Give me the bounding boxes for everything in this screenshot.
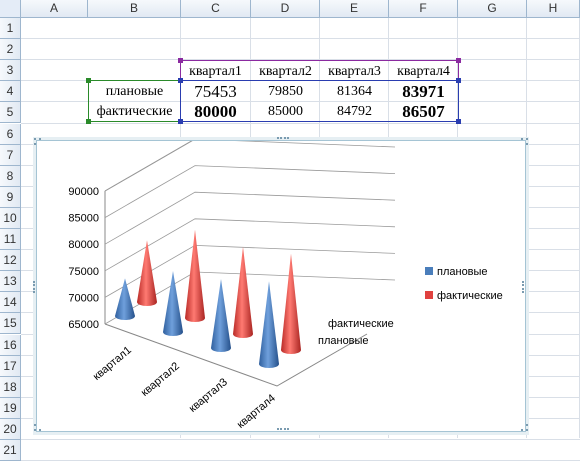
y-tick-label: 80000 bbox=[68, 239, 99, 251]
row-header-6[interactable]: 6 bbox=[0, 123, 21, 145]
row-header-11[interactable]: 11 bbox=[0, 229, 21, 251]
resize-handle[interactable] bbox=[33, 281, 36, 293]
grid-line bbox=[21, 122, 580, 124]
grid-line bbox=[21, 38, 580, 40]
row-header-3[interactable]: 3 bbox=[0, 60, 21, 82]
chart-gridline bbox=[104, 191, 396, 245]
row-header-19[interactable]: 19 bbox=[0, 397, 21, 419]
row-header-20[interactable]: 20 bbox=[0, 418, 21, 440]
column-header-b[interactable]: B bbox=[88, 0, 181, 18]
row-header-12[interactable]: 12 bbox=[0, 250, 21, 272]
range-handle[interactable] bbox=[178, 58, 183, 63]
range-handle[interactable] bbox=[456, 119, 461, 124]
column-header-g[interactable]: G bbox=[458, 0, 527, 18]
range-handle[interactable] bbox=[456, 58, 461, 63]
resize-handle[interactable] bbox=[521, 424, 528, 431]
row-header-18[interactable]: 18 bbox=[0, 376, 21, 398]
legend-label: фактические bbox=[437, 290, 503, 302]
category-range-border bbox=[180, 60, 459, 81]
range-handle[interactable] bbox=[178, 119, 183, 124]
row-header-14[interactable]: 14 bbox=[0, 292, 21, 314]
legend-swatch bbox=[425, 291, 433, 299]
y-tick-label: 70000 bbox=[68, 292, 99, 304]
row-header-4[interactable]: 4 bbox=[0, 81, 21, 103]
resize-handle[interactable] bbox=[277, 428, 289, 431]
row-header-15[interactable]: 15 bbox=[0, 313, 21, 335]
row-header-1[interactable]: 1 bbox=[0, 18, 21, 40]
chart-gridline bbox=[104, 141, 396, 192]
range-handle[interactable] bbox=[456, 78, 461, 83]
x-tick-label: квартал2 bbox=[139, 360, 182, 399]
cone-actual-3 bbox=[233, 246, 253, 338]
column-header-e[interactable]: E bbox=[320, 0, 389, 18]
chart-object[interactable]: 90000 85000 80000 75000 70000 65000 квартал1 кв… bbox=[33, 137, 528, 432]
select-all-corner[interactable] bbox=[0, 0, 21, 18]
row-header-13[interactable]: 13 bbox=[0, 271, 21, 293]
range-handle[interactable] bbox=[86, 78, 91, 83]
row-header-7[interactable]: 7 bbox=[0, 144, 21, 166]
series-name-range-border bbox=[88, 80, 181, 122]
resize-handle[interactable] bbox=[34, 138, 41, 145]
range-handle[interactable] bbox=[178, 78, 183, 83]
x-tick-label: квартал4 bbox=[235, 392, 278, 431]
row-header-9[interactable]: 9 bbox=[0, 186, 21, 208]
y-tick-label: 85000 bbox=[68, 213, 99, 225]
y-tick-label: 75000 bbox=[68, 266, 99, 278]
row-header-10[interactable]: 10 bbox=[0, 207, 21, 229]
column-header-a[interactable]: A bbox=[21, 0, 88, 18]
y-tick-label: 90000 bbox=[68, 186, 99, 198]
legend-label: плановые bbox=[437, 266, 488, 278]
x-tick-label: квартал3 bbox=[187, 376, 230, 415]
cone-chart[interactable]: 900008500080000750007000065000квартал1 кв… bbox=[37, 141, 525, 431]
legend-swatch bbox=[425, 267, 433, 275]
column-header-d[interactable]: D bbox=[251, 0, 320, 18]
y-tick-label: 65000 bbox=[68, 319, 99, 331]
row-header-21[interactable]: 21 bbox=[0, 440, 21, 461]
range-handle[interactable] bbox=[86, 119, 91, 124]
cone-planned-3 bbox=[211, 278, 231, 352]
row-header-5[interactable]: 5 bbox=[0, 102, 21, 124]
cone-planned-1 bbox=[115, 278, 135, 320]
column-header-c[interactable]: C bbox=[181, 0, 251, 18]
cone-planned-4 bbox=[259, 281, 279, 368]
resize-handle[interactable] bbox=[34, 424, 41, 431]
grid-line bbox=[21, 439, 580, 440]
resize-handle[interactable] bbox=[522, 281, 525, 293]
row-header-2[interactable]: 2 bbox=[0, 39, 21, 61]
values-range-border bbox=[180, 80, 459, 122]
row-header-16[interactable]: 16 bbox=[0, 334, 21, 356]
resize-handle[interactable] bbox=[277, 137, 289, 140]
depth-label: фактические bbox=[328, 318, 394, 330]
column-header-h[interactable]: H bbox=[527, 0, 580, 18]
x-tick-label: квартал1 bbox=[91, 344, 134, 383]
column-header-f[interactable]: F bbox=[389, 0, 458, 18]
resize-handle[interactable] bbox=[521, 138, 528, 145]
cone-actual-1 bbox=[137, 240, 157, 306]
cone-actual-4 bbox=[281, 253, 301, 354]
chart-gridline bbox=[104, 165, 396, 218]
row-header-8[interactable]: 8 bbox=[0, 165, 21, 187]
row-header-17[interactable]: 17 bbox=[0, 355, 21, 377]
depth-label: плановые bbox=[318, 335, 369, 347]
